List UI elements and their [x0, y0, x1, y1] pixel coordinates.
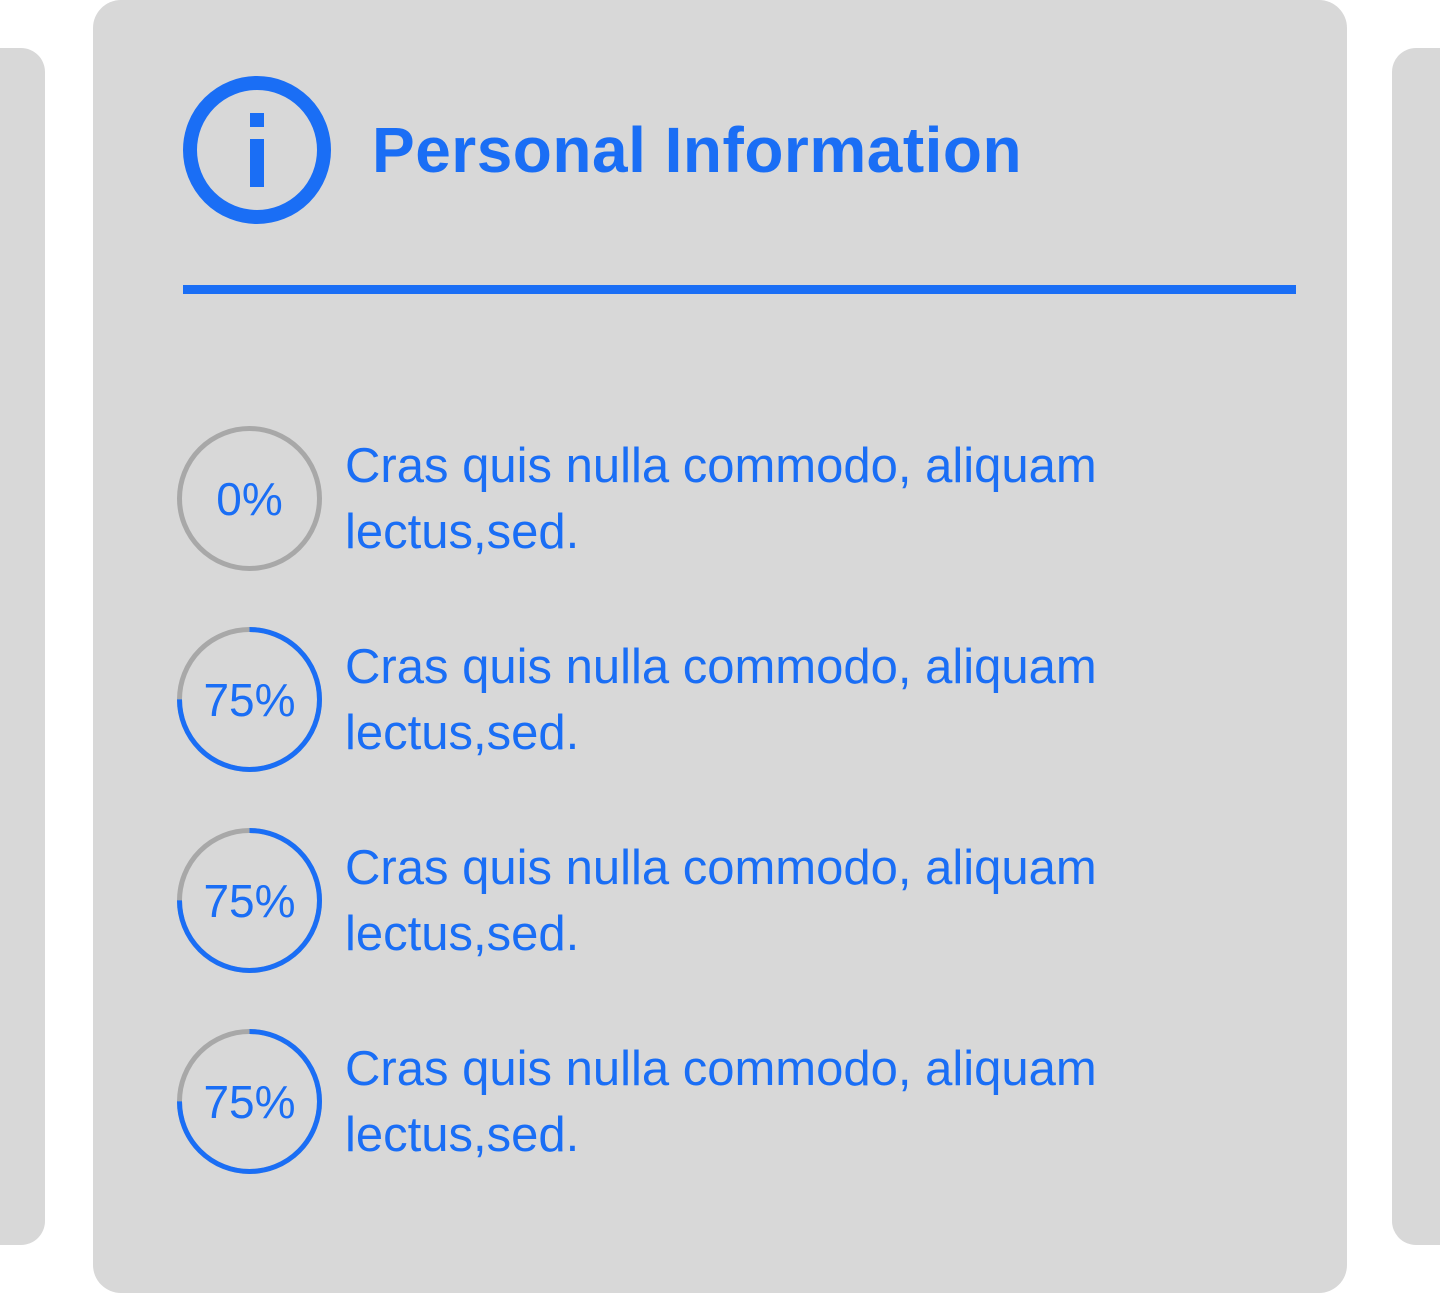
progress-ring: 75%	[177, 627, 322, 772]
list-item: 75% Cras quis nulla commodo, aliquam lec…	[177, 1029, 1297, 1174]
progress-list: 0% Cras quis nulla commodo, aliquam lect…	[177, 426, 1297, 1230]
card-header: Personal Information	[182, 75, 1022, 225]
item-text: Cras quis nulla commodo, aliquam lectus,…	[345, 1041, 1097, 1162]
personal-information-card: Personal Information 0% Cras quis nulla …	[93, 0, 1347, 1293]
progress-ring: 0%	[177, 426, 322, 571]
progress-percent: 75%	[203, 874, 296, 927]
progress-ring: 75%	[177, 1029, 322, 1174]
progress-percent: 0%	[216, 472, 283, 525]
progress-ring: 75%	[177, 828, 322, 973]
item-text: Cras quis nulla commodo, aliquam lectus,…	[345, 639, 1097, 760]
list-item: 0% Cras quis nulla commodo, aliquam lect…	[177, 426, 1297, 571]
next-card-peek[interactable]	[1392, 48, 1440, 1245]
progress-percent: 75%	[203, 1075, 296, 1128]
list-item: 75% Cras quis nulla commodo, aliquam lec…	[177, 828, 1297, 973]
card-title: Personal Information	[372, 114, 1023, 186]
item-text: Cras quis nulla commodo, aliquam lectus,…	[345, 438, 1097, 559]
list-item: 75% Cras quis nulla commodo, aliquam lec…	[177, 627, 1297, 772]
progress-percent: 75%	[203, 673, 296, 726]
previous-card-peek[interactable]	[0, 48, 45, 1245]
item-text: Cras quis nulla commodo, aliquam lectus,…	[345, 840, 1097, 961]
info-icon	[183, 76, 331, 224]
title-divider	[183, 285, 1296, 294]
